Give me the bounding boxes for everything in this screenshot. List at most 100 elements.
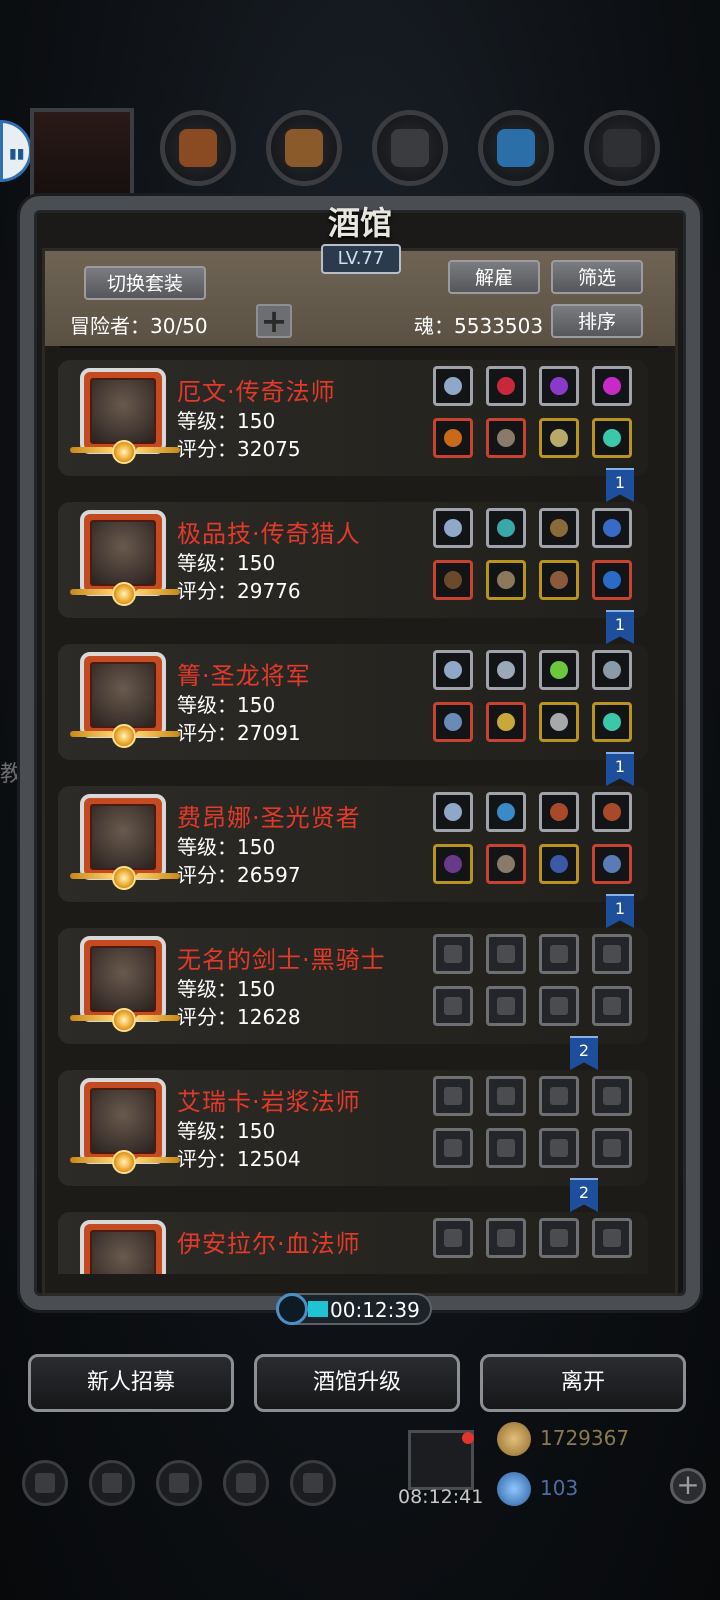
switch-outfit-button[interactable]: 切换套装 [84,266,206,300]
empty-armor-slot[interactable] [486,986,526,1026]
empty-fire-slot[interactable] [486,934,526,974]
empty-hourglass-slot[interactable] [592,1076,632,1116]
equip-slot[interactable] [539,560,579,600]
hero-score: 评分：12504 [177,1147,301,1171]
empty-ring-slot[interactable] [539,1128,579,1168]
hero-row[interactable]: 极品技·传奇猎人 等级：150 评分：29776 1 [56,502,656,644]
settings-icon[interactable] [22,1460,68,1506]
category-metal[interactable] [372,110,448,186]
equip-slot[interactable] [592,418,632,458]
equip-slot[interactable] [539,792,579,832]
equip-slot[interactable] [592,560,632,600]
chat-icon: ▮▮ [9,146,25,162]
hero-list[interactable]: 厄文·传奇法师 等级：150 评分：32075 1 极品技·传奇猎人 等级：15… [56,356,656,1274]
hero-name: 无名的剑士·黑骑士 [177,946,386,974]
equip-slot[interactable] [433,508,473,548]
hero-row[interactable]: 厄文·传奇法师 等级：150 评分：32075 1 [56,360,656,502]
empty-staff-slot[interactable] [433,1128,473,1168]
equip-slot[interactable] [486,366,526,406]
equip-slot[interactable] [433,702,473,742]
equipment-slots [433,648,643,748]
category-anvil[interactable] [584,110,660,186]
hero-avatar[interactable] [80,1220,166,1274]
equip-slot[interactable] [486,418,526,458]
empty-necklace-slot[interactable] [433,934,473,974]
equip-slot[interactable] [592,844,632,884]
equipment-slots [433,1216,643,1274]
add-slot-button[interactable]: + [256,304,292,338]
empty-ring-slot[interactable] [592,1128,632,1168]
add-currency-button[interactable]: + [670,1468,706,1504]
hero-row[interactable]: 伊安拉尔·血法师 [56,1212,656,1274]
equip-slot[interactable] [539,508,579,548]
empty-weapon-slot[interactable] [433,986,473,1026]
hero-level: 等级：150 [177,551,276,575]
mail-icon[interactable] [223,1460,269,1506]
character-portrait-tile[interactable] [30,108,134,204]
equip-slot[interactable] [433,418,473,458]
equip-slot[interactable] [433,560,473,600]
empty-fire-slot[interactable] [486,1218,526,1258]
hero-score: 评分：12628 [177,1005,301,1029]
equip-slot[interactable] [592,792,632,832]
hero-name: 费昂娜·圣光贤者 [177,804,361,832]
equip-slot[interactable] [539,650,579,690]
hero-row[interactable]: 无名的剑士·黑骑士 等级：150 评分：12628 2 [56,928,656,1070]
equip-slot[interactable] [592,508,632,548]
equip-slot[interactable] [486,560,526,600]
hero-name: 厄文·传奇法师 [177,378,336,406]
weapon-icon [179,129,217,167]
hero-name: 极品技·传奇猎人 [177,520,361,548]
equip-slot[interactable] [433,650,473,690]
empty-hourglass-slot[interactable] [539,1218,579,1258]
empty-hourglass-slot[interactable] [592,1218,632,1258]
equipment-slots [433,932,643,1032]
equip-slot[interactable] [592,650,632,690]
equip-slot[interactable] [486,508,526,548]
leave-button[interactable]: 离开 [480,1354,686,1412]
hero-level: 等级：150 [177,693,276,717]
empty-armor-slot[interactable] [486,1128,526,1168]
equip-slot[interactable] [592,366,632,406]
equip-slot[interactable] [539,418,579,458]
empty-necklace-slot[interactable] [433,1218,473,1258]
hero-row[interactable]: 艾瑞卡·岩浆法师 等级：150 评分：12504 2 [56,1070,656,1212]
category-wood[interactable] [266,110,342,186]
rank-ribbon: 1 [606,894,634,928]
equip-slot[interactable] [486,844,526,884]
equip-slot[interactable] [486,650,526,690]
ranking-icon[interactable] [156,1460,202,1506]
equip-slot[interactable] [486,702,526,742]
empty-fire-slot[interactable] [486,1076,526,1116]
empty-hourglass-slot[interactable] [539,1076,579,1116]
hero-portrait [90,804,156,870]
filter-button[interactable]: 筛选 [551,260,643,294]
empty-ring-slot[interactable] [539,986,579,1026]
empty-hourglass-slot[interactable] [592,934,632,974]
category-crystal[interactable] [478,110,554,186]
empty-necklace-slot[interactable] [433,1076,473,1116]
hero-row[interactable]: 费昂娜·圣光贤者 等级：150 评分：26597 1 [56,786,656,928]
equip-slot[interactable] [433,844,473,884]
equip-slot[interactable] [539,844,579,884]
star-emblem [70,582,180,606]
equip-slot[interactable] [486,792,526,832]
equip-slot[interactable] [433,792,473,832]
sort-button[interactable]: 排序 [551,304,643,338]
star-icon[interactable] [89,1460,135,1506]
equip-slot[interactable] [539,702,579,742]
gold-amount: 1729367 [540,1426,630,1450]
category-weapon[interactable] [160,110,236,186]
equip-slot[interactable] [592,702,632,742]
dice-icon[interactable] [290,1460,336,1506]
gold-coin-icon [497,1422,531,1456]
dismiss-button[interactable]: 解雇 [448,260,540,294]
upgrade-tavern-button[interactable]: 酒馆升级 [254,1354,460,1412]
recruit-button[interactable]: 新人招募 [28,1354,234,1412]
recruit-timer: 00:12:39 [276,1293,432,1325]
equip-slot[interactable] [433,366,473,406]
empty-hourglass-slot[interactable] [539,934,579,974]
equip-slot[interactable] [539,366,579,406]
empty-ring-slot[interactable] [592,986,632,1026]
hero-row[interactable]: 箐·圣龙将军 等级：150 评分：27091 1 [56,644,656,786]
